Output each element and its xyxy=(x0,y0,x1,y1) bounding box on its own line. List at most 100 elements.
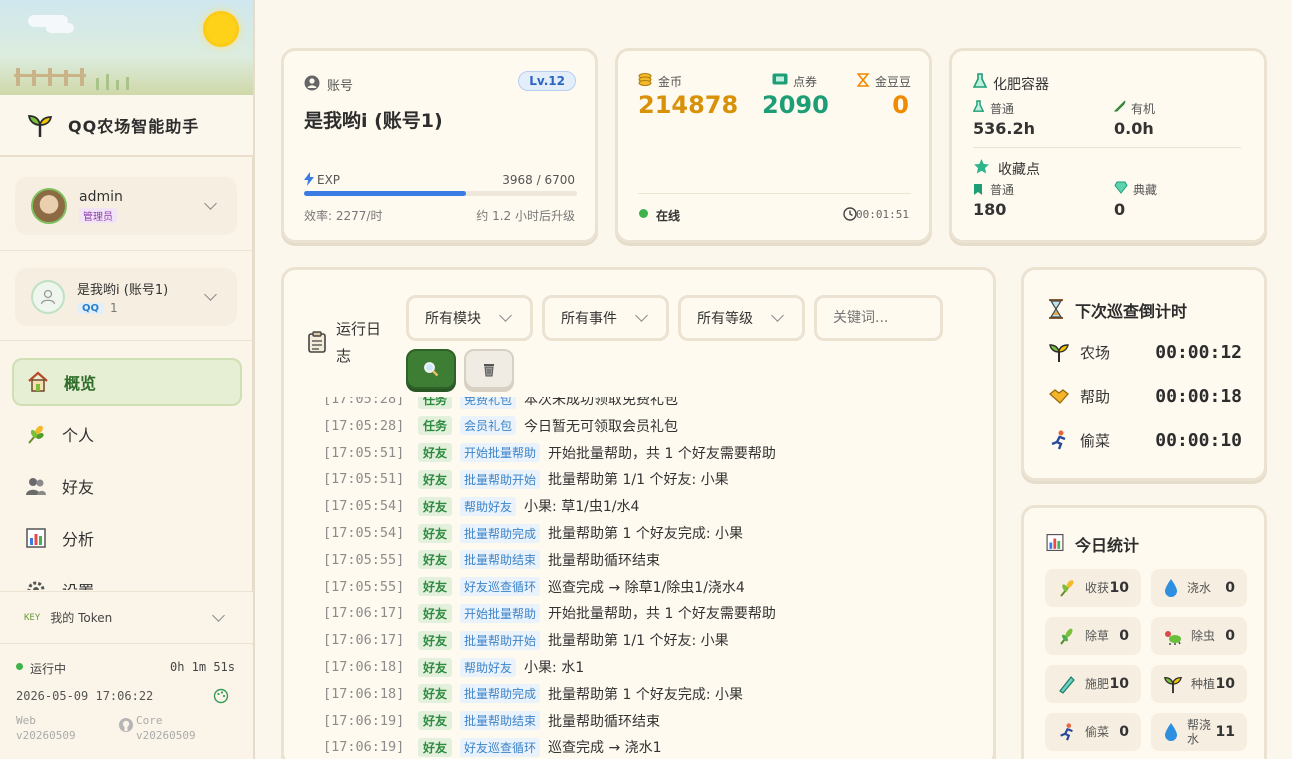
flask-icon xyxy=(973,73,987,88)
account-card: 账号 Lv.12 是我哟i (账号1) EXP 3968 / 6700 效率: … xyxy=(281,48,598,243)
module-filter[interactable]: 所有模块 xyxy=(406,295,533,341)
stat-value: 11 xyxy=(1215,724,1235,740)
weed-icon xyxy=(1057,626,1077,646)
log-row: [17:05:28] 任务 免费礼包 本次未成功领取免费礼包 xyxy=(323,397,678,411)
log-message: 本次未成功领取免费礼包 xyxy=(524,397,679,408)
sun-icon xyxy=(203,11,239,47)
core-label: Core xyxy=(136,714,163,727)
log-event-tag: 批量帮助开始 xyxy=(460,469,541,489)
stat-label: 帮浇水 xyxy=(1187,718,1212,746)
log-time: [17:05:54] xyxy=(323,498,405,515)
log-event-tag: 批量帮助完成 xyxy=(460,684,541,704)
hourglass-small-icon xyxy=(857,73,869,87)
log-message: 批量帮助第 1/1 个好友: 小果 xyxy=(548,472,729,489)
event-filter-value: 所有事件 xyxy=(561,311,617,327)
farm-banner xyxy=(0,0,253,95)
account-index: 1 xyxy=(110,301,118,315)
stat-tile: 偷菜 0 xyxy=(1045,713,1141,751)
username: admin xyxy=(79,188,123,205)
friends-icon xyxy=(26,478,46,495)
countdown-row-steal: 偷菜 00:00:10 xyxy=(1048,425,1248,455)
help-water-icon xyxy=(1163,722,1179,742)
normal-fertilizer-label: 普通 xyxy=(990,102,1015,116)
collect-normal-value: 180 xyxy=(973,200,1007,219)
nav-item-settings[interactable]: 设置 xyxy=(12,566,242,590)
log-row: [17:06:17] 好友 开始批量帮助 开始批量帮助，共 1 个好友需要帮助 xyxy=(323,601,776,625)
online-dot xyxy=(639,209,648,218)
fertilizer-title: 化肥容器 xyxy=(993,77,1049,93)
chevron-down-icon xyxy=(771,309,784,322)
event-filter[interactable]: 所有事件 xyxy=(542,295,669,341)
stat-tile: 除虫 0 xyxy=(1151,617,1247,655)
lightning-icon xyxy=(304,172,314,186)
chevron-down-icon xyxy=(499,309,512,322)
countdown-label: 农场 xyxy=(1080,343,1111,362)
search-button[interactable] xyxy=(406,349,456,389)
log-event-tag: 帮助好友 xyxy=(460,496,517,516)
stat-tile: 浇水 0 xyxy=(1151,569,1247,607)
bar-chart-icon xyxy=(1046,533,1064,552)
log-time: [17:05:54] xyxy=(323,525,405,541)
log-time: [17:06:19] xyxy=(323,712,405,729)
bug-icon xyxy=(1163,626,1183,646)
log-category-badge: 好友 xyxy=(418,496,453,516)
log-message: 巡查完成 → 除草1/除虫1/浇水4 xyxy=(548,579,745,596)
log-event-tag: 开始批量帮助 xyxy=(460,443,541,463)
coupon-label: 点券 xyxy=(793,75,818,89)
gear-icon xyxy=(27,581,45,590)
nav-item-personal[interactable]: 个人 xyxy=(12,410,242,458)
log-message: 批量帮助第 1 个好友完成: 小果 xyxy=(548,686,744,703)
keyword-input[interactable] xyxy=(814,295,943,341)
log-row: [17:05:51] 好友 开始批量帮助 开始批量帮助，共 1 个好友需要帮助 xyxy=(323,441,776,465)
nav-label-settings: 设置 xyxy=(62,578,94,590)
stat-tile: 收获 10 xyxy=(1045,569,1141,607)
stat-label: 偷菜 xyxy=(1085,725,1110,739)
log-message: 批量帮助第 1/1 个好友: 小果 xyxy=(548,633,729,650)
run-status: 运行中 xyxy=(30,662,67,676)
chevron-down-icon xyxy=(635,309,648,322)
countdown-label: 偷菜 xyxy=(1080,431,1111,450)
user-menu[interactable]: admin 管理员 xyxy=(15,177,237,235)
bean-label: 金豆豆 xyxy=(875,75,912,89)
exp-value: 3968 / 6700 xyxy=(502,173,575,187)
core-version: v20260509 xyxy=(136,729,196,742)
nav-item-friends[interactable]: 好友 xyxy=(12,462,242,510)
log-time: [17:05:51] xyxy=(323,444,405,461)
level-filter[interactable]: 所有等级 xyxy=(678,295,805,341)
app-title: QQ农场智能助手 xyxy=(68,117,200,136)
account-switcher[interactable]: 是我哟i (账号1) QQ 1 xyxy=(15,268,237,326)
normal-fertilizer-value: 536.2h xyxy=(973,119,1035,138)
log-time: [17:06:17] xyxy=(323,605,405,622)
clear-logs-button[interactable] xyxy=(464,349,514,389)
stat-value: 10 xyxy=(1215,676,1235,692)
gold-value: 214878 xyxy=(638,91,739,119)
wheat-icon xyxy=(28,425,44,444)
log-message: 批量帮助第 1 个好友完成: 小果 xyxy=(548,526,744,542)
log-row: [17:05:54] 好友 帮助好友 小果: 草1/虫1/水4 xyxy=(323,494,639,518)
log-row: [17:05:54] 好友 批量帮助完成 批量帮助第 1 个好友完成: 小果 xyxy=(323,521,743,545)
search-icon xyxy=(424,362,439,377)
github-icon[interactable] xyxy=(118,717,134,733)
nav-label-overview: 概览 xyxy=(64,374,97,393)
countdown-title: 下次巡查倒计时 xyxy=(1075,302,1188,321)
palette-icon[interactable] xyxy=(213,688,229,704)
web-version: v20260509 xyxy=(16,729,76,742)
exp-progress-fill xyxy=(304,191,466,196)
log-list: [17:05:28] 任务 免费礼包 本次未成功领取免费礼包 [17:05:28] 任务会… xyxy=(300,397,990,759)
coin-icon xyxy=(638,73,652,86)
nav-item-analysis[interactable]: 分析 xyxy=(12,514,242,562)
collect-rare-value: 0 xyxy=(1114,200,1126,219)
log-row: [17:06:18] 好友 帮助好友 小果: 水1 xyxy=(323,655,584,679)
chevron-down-icon xyxy=(204,288,217,301)
water-drop-icon xyxy=(1163,578,1179,598)
nav-item-overview[interactable]: 概览 xyxy=(12,358,242,406)
log-title: 运行日志 xyxy=(336,320,382,365)
gold-label: 金币 xyxy=(658,75,683,89)
account-name: 是我哟i (账号1) xyxy=(77,283,169,298)
trash-icon xyxy=(484,364,494,377)
token-toggle[interactable]: KEY 我的 Token xyxy=(0,591,253,644)
stat-value: 10 xyxy=(1109,580,1129,596)
stat-label: 施肥 xyxy=(1085,677,1110,691)
bookmark-icon xyxy=(974,184,982,195)
log-row: [17:05:55] 好友 好友巡查循环 巡查完成 → 除草1/除虫1/浇水4 xyxy=(323,575,745,599)
